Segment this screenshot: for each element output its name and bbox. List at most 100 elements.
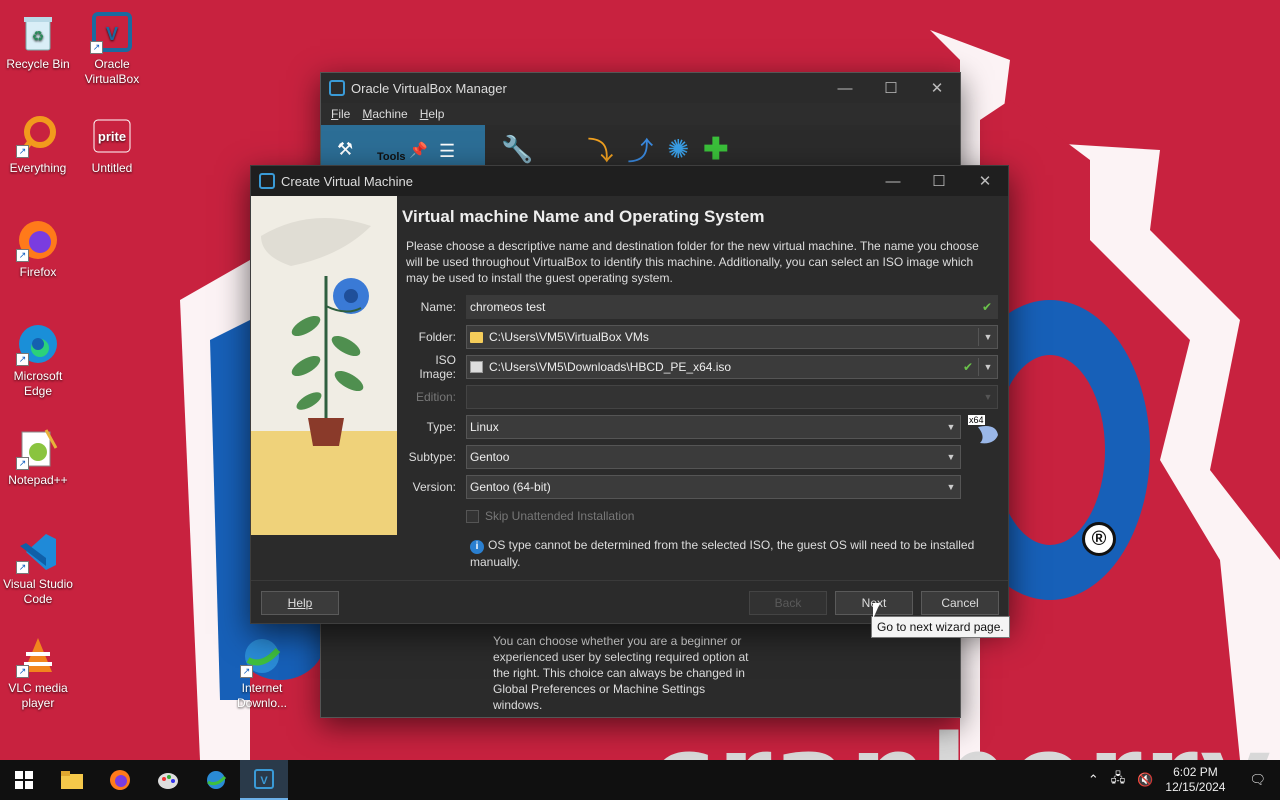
subtype-value: Gentoo bbox=[470, 450, 510, 464]
system-tray: ⌃ 🖧 🔇 6:02 PM 12/15/2024 🗨 bbox=[1082, 760, 1280, 800]
shortcut-arrow-icon: ↗ bbox=[16, 145, 29, 158]
shortcut-arrow-icon: ↗ bbox=[90, 41, 103, 54]
everything-search-icon: ↗ bbox=[16, 114, 60, 158]
network-icon[interactable]: 🖧 bbox=[1111, 769, 1126, 791]
version-label: Version: bbox=[412, 480, 456, 494]
minimize-button[interactable]: — bbox=[870, 166, 916, 196]
maximize-button[interactable]: ☐ bbox=[916, 166, 962, 196]
menu-machine[interactable]: Machine bbox=[356, 103, 413, 125]
help-button[interactable]: Help bbox=[261, 591, 339, 615]
menu-file[interactable]: File bbox=[325, 103, 356, 125]
virtualbox-icon: V bbox=[254, 769, 274, 789]
virtualbox-icon: V ↗ bbox=[90, 10, 134, 54]
desktop-icon-label: VLC media player bbox=[8, 681, 68, 710]
desktop-icon-notepadpp[interactable]: ↗ Notepad++ bbox=[0, 420, 76, 488]
subtype-select[interactable]: Gentoo ▼ bbox=[466, 445, 961, 469]
menu-help[interactable]: Help bbox=[414, 103, 451, 125]
edition-label: Edition: bbox=[415, 390, 456, 404]
manager-titlebar[interactable]: Oracle VirtualBox Manager — ☐ ✕ bbox=[321, 73, 960, 103]
minimize-button[interactable]: — bbox=[822, 73, 868, 103]
next-tooltip: Go to next wizard page. bbox=[871, 616, 1010, 638]
subtype-row: Subtype: bbox=[397, 445, 461, 469]
volume-muted-icon[interactable]: 🔇 bbox=[1137, 772, 1153, 788]
internet-download-manager-icon bbox=[207, 771, 227, 789]
export-icon[interactable]: ⤴ bbox=[627, 131, 653, 168]
desktop-icon-internet-download-manager[interactable]: ↗ Internet Downlo... bbox=[224, 628, 300, 711]
cancel-label: Cancel bbox=[941, 596, 979, 610]
desktop-icon-vscode[interactable]: ↗ Visual Studio Code bbox=[0, 524, 76, 607]
import-icon[interactable]: ⤵ bbox=[587, 131, 613, 168]
type-select[interactable]: Linux ▼ bbox=[466, 415, 961, 439]
clock-time: 6:02 PM bbox=[1173, 765, 1218, 779]
wrench-icon[interactable]: 🔧 bbox=[501, 134, 533, 165]
iso-row: ISO Image: bbox=[397, 353, 461, 381]
clock[interactable]: 6:02 PM 12/15/2024 bbox=[1165, 765, 1225, 795]
dialog-titlebar[interactable]: Create Virtual Machine — ☐ ✕ bbox=[251, 166, 1008, 196]
close-button[interactable]: ✕ bbox=[914, 73, 960, 103]
desktop-icon-virtualbox[interactable]: V ↗ Oracle VirtualBox bbox=[74, 4, 150, 87]
edition-select: ▼ bbox=[466, 385, 998, 409]
valid-check-icon: ✔ bbox=[962, 360, 973, 374]
paint-icon bbox=[158, 773, 178, 789]
svg-text:♻: ♻ bbox=[32, 28, 45, 44]
chevron-down-icon[interactable]: ▼ bbox=[979, 326, 997, 348]
taskbar-file-explorer[interactable] bbox=[48, 760, 96, 800]
cancel-button[interactable]: Cancel bbox=[921, 591, 999, 615]
back-button[interactable]: Back bbox=[749, 591, 827, 615]
version-select[interactable]: Gentoo (64-bit) ▼ bbox=[466, 475, 961, 499]
iso-selector[interactable]: C:\Users\VM5\Downloads\HBCD_PE_x64.iso ✔… bbox=[466, 355, 998, 379]
pin-icon: 📌 bbox=[409, 142, 428, 159]
firefox-icon bbox=[110, 770, 130, 790]
skip-unattended-label: Skip Unattended Installation bbox=[485, 509, 635, 523]
desktop-icon-recycle-bin[interactable]: ♻ Recycle Bin bbox=[0, 4, 76, 72]
list-icon[interactable]: ☰ bbox=[439, 141, 455, 162]
desktop-icon-label: Oracle VirtualBox bbox=[84, 57, 140, 86]
virtualbox-icon bbox=[259, 173, 275, 189]
info-icon: i bbox=[470, 540, 484, 554]
chevron-down-icon[interactable]: ▼ bbox=[979, 356, 997, 378]
skip-unattended-checkbox[interactable]: Skip Unattended Installation bbox=[466, 509, 634, 523]
desktop-icon-label: Untitled bbox=[91, 161, 133, 175]
desktop-icon-firefox[interactable]: ↗ Firefox bbox=[0, 212, 76, 280]
shortcut-arrow-icon: ↗ bbox=[16, 457, 29, 470]
taskbar-virtualbox[interactable]: V bbox=[240, 760, 288, 800]
valid-check-icon: ✔ bbox=[981, 300, 992, 314]
start-button[interactable] bbox=[0, 760, 48, 800]
page-title: Virtual machine Name and Operating Syste… bbox=[402, 207, 765, 226]
start-icon bbox=[15, 771, 33, 789]
type-row: Type: bbox=[397, 415, 461, 439]
taskbar-paint[interactable] bbox=[144, 760, 192, 800]
create-vm-dialog: Create Virtual Machine — ☐ ✕ Virtual mac… bbox=[250, 165, 1009, 624]
desktop-icon-edge[interactable]: ↗ Microsoft Edge bbox=[0, 316, 76, 399]
svg-text:V: V bbox=[260, 775, 268, 787]
manager-title: Oracle VirtualBox Manager bbox=[351, 80, 507, 96]
clock-date: 12/15/2024 bbox=[1165, 780, 1226, 794]
maximize-button[interactable]: ☐ bbox=[868, 73, 914, 103]
chevron-down-icon[interactable]: ▼ bbox=[942, 446, 960, 468]
new-gear-icon[interactable]: ✺ bbox=[667, 134, 689, 165]
taskbar-firefox[interactable] bbox=[96, 760, 144, 800]
tools-icon: ⚒ bbox=[337, 139, 354, 159]
shortcut-arrow-icon: ↗ bbox=[16, 561, 29, 574]
vscode-icon: ↗ bbox=[16, 530, 60, 574]
chevron-up-icon[interactable]: ⌃ bbox=[1088, 772, 1099, 788]
taskbar-internet-download-manager[interactable] bbox=[192, 760, 240, 800]
desktop-icon-untitled[interactable]: prite Untitled bbox=[74, 108, 150, 176]
close-button[interactable]: ✕ bbox=[962, 166, 1008, 196]
virtualbox-icon bbox=[329, 80, 345, 96]
os-type-icon: x64 bbox=[968, 415, 1000, 447]
chevron-down-icon[interactable]: ▼ bbox=[942, 416, 960, 438]
desktop-icon-label: Notepad++ bbox=[8, 473, 68, 487]
folder-icon bbox=[470, 331, 483, 343]
registered-mark: ® bbox=[1082, 522, 1116, 556]
name-field[interactable]: chromeos test ✔ bbox=[466, 295, 998, 319]
notification-icon[interactable]: 🗨 bbox=[1249, 772, 1266, 788]
desktop-icon-everything[interactable]: ↗ Everything bbox=[0, 108, 76, 176]
add-icon[interactable]: ✚ bbox=[703, 132, 728, 167]
chevron-down-icon[interactable]: ▼ bbox=[942, 476, 960, 498]
notepadpp-icon: ↗ bbox=[16, 426, 60, 470]
iso-value: C:\Users\VM5\Downloads\HBCD_PE_x64.iso bbox=[489, 360, 732, 374]
desktop-icon-vlc[interactable]: ↗ VLC media player bbox=[0, 628, 76, 711]
checkbox-box[interactable] bbox=[466, 509, 479, 523]
folder-selector[interactable]: C:\Users\VM5\VirtualBox VMs ▼ bbox=[466, 325, 998, 349]
